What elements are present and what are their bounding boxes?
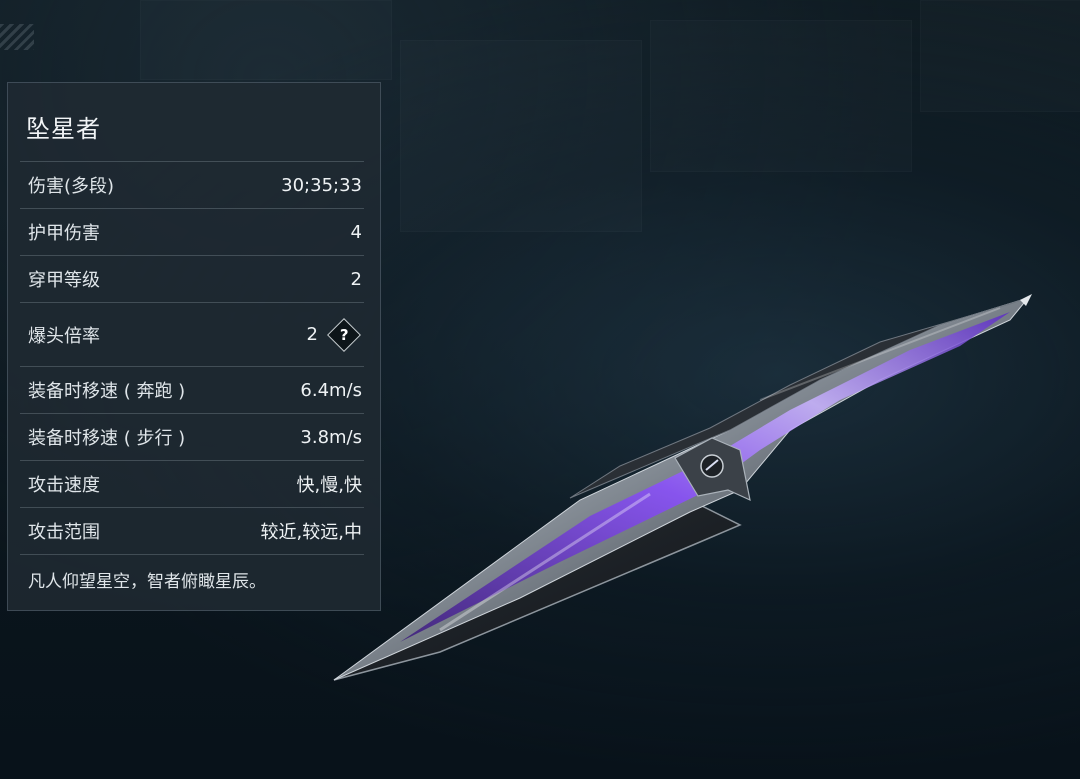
corner-stripes-icon — [0, 24, 34, 50]
background-panel — [140, 0, 392, 80]
stat-value-text: 4 — [350, 221, 362, 243]
background-panel — [920, 0, 1080, 112]
stat-value: 4 — [351, 222, 362, 243]
background-panel — [650, 20, 912, 172]
weapon-name: 坠星者 — [26, 115, 101, 143]
stat-value-text: 30;35;33 — [281, 174, 362, 196]
stat-label: 装备时移速 ( 奔跑 ) — [28, 381, 186, 402]
stat-label: 攻击速度 — [28, 475, 100, 496]
stat-row-attack-speed: 攻击速度 快,慢,快 — [20, 460, 364, 507]
stat-list: 伤害(多段) 30;35;33 护甲伤害 4 穿甲等级 2 爆头倍率 2 ? 装… — [20, 161, 364, 592]
stat-label: 穿甲等级 — [28, 270, 100, 291]
stat-row-run-speed: 装备时移速 ( 奔跑 ) 6.4m/s — [20, 366, 364, 413]
stat-label: 伤害(多段) — [28, 176, 115, 197]
stat-row-headshot: 爆头倍率 2 ? — [20, 302, 364, 366]
stat-label: 攻击范围 — [28, 522, 100, 543]
stat-row-penetration: 穿甲等级 2 — [20, 255, 364, 302]
stat-label: 护甲伤害 — [28, 223, 100, 244]
stat-row-attack-range: 攻击范围 较近,较远,中 — [20, 507, 364, 554]
flavor-text: 凡人仰望星空，智者俯瞰星辰。 — [20, 554, 364, 592]
stat-label: 爆头倍率 — [28, 325, 100, 347]
weapon-render-image — [333, 294, 1032, 681]
stat-value: 30;35;33 — [281, 175, 362, 196]
stat-label: 装备时移速 ( 步行 ) — [28, 428, 186, 449]
stat-row-armor-damage: 护甲伤害 4 — [20, 208, 364, 255]
stat-row-walk-speed: 装备时移速 ( 步行 ) 3.8m/s — [20, 413, 364, 460]
stat-row-damage: 伤害(多段) 30;35;33 — [20, 161, 364, 208]
stat-value-text: 2 — [306, 324, 318, 345]
background-panel — [400, 40, 642, 232]
